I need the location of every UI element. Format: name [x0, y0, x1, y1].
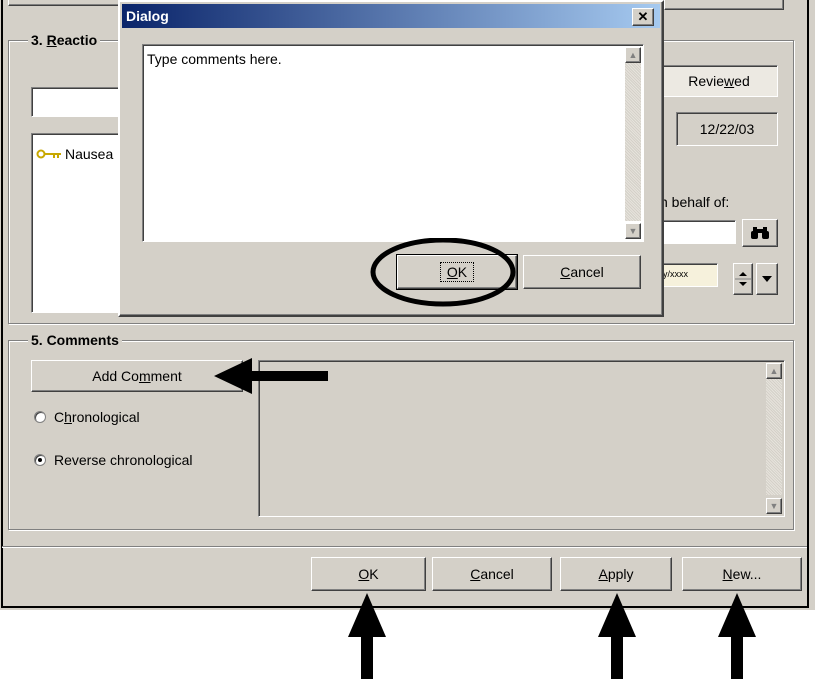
- comments-scroll-track[interactable]: [766, 379, 782, 495]
- radio-reverse-chronological[interactable]: Reverse chronological: [34, 452, 193, 468]
- date-field: 12/22/03: [676, 112, 778, 146]
- apply-label: Apply: [598, 566, 634, 582]
- reaction-item-label: Nausea: [65, 146, 114, 162]
- key-icon: [36, 149, 61, 159]
- cancel-button[interactable]: Cancel: [432, 557, 552, 591]
- add-comment-label: Add Comment: [92, 368, 182, 384]
- dialog-close-button[interactable]: ✕: [632, 8, 654, 26]
- dialog-scroll-track[interactable]: [625, 63, 641, 221]
- new-label: New...: [722, 566, 762, 582]
- comments-group-title: 5. Comments: [28, 332, 122, 348]
- close-icon: ✕: [637, 9, 649, 24]
- arrow-up-to-ok: [348, 593, 386, 679]
- list-item[interactable]: Nausea: [36, 146, 113, 162]
- bottom-separator: [2, 546, 807, 548]
- new-button[interactable]: New...: [682, 557, 802, 591]
- scroll-up-icon: ▲: [628, 50, 638, 60]
- spin-arrows-icon: [735, 272, 751, 286]
- radio-reverse-circle[interactable]: [34, 454, 46, 466]
- radio-reverse-label: Reverse chronological: [54, 452, 193, 468]
- ok-button[interactable]: OK: [311, 557, 426, 591]
- dialog-scroll-down[interactable]: ▼: [625, 223, 641, 239]
- dropdown-button[interactable]: [756, 263, 778, 295]
- top-partial-control: [8, 0, 128, 6]
- radio-chronological-label: Chronological: [54, 409, 140, 425]
- on-behalf-label: n behalf of:: [660, 194, 730, 210]
- reaction-list[interactable]: Nausea: [31, 133, 131, 313]
- arrow-left-to-add-comment: [214, 358, 328, 394]
- scroll-up-icon: ▲: [769, 366, 779, 376]
- dialog-scroll-up[interactable]: ▲: [625, 47, 641, 63]
- date-spin-field[interactable]: y/xxxx: [660, 263, 718, 287]
- arrow-up-to-apply: [598, 593, 636, 679]
- ok-label: OK: [358, 566, 379, 582]
- reviewed-label: Reviewed: [688, 73, 750, 89]
- scroll-down-icon: ▼: [628, 226, 638, 236]
- apply-button[interactable]: Apply: [560, 557, 672, 591]
- dialog-titlebar: Dialog: [122, 4, 660, 28]
- on-behalf-input[interactable]: [660, 220, 736, 244]
- reviewed-field: Reviewed: [660, 65, 778, 97]
- reactions-group-title: 3. Reactio: [28, 32, 101, 48]
- dropdown-arrow-icon: [762, 276, 772, 282]
- dialog-comment-text: Type comments here.: [147, 51, 282, 67]
- dialog-comment-textarea[interactable]: Type comments here. ▲ ▼: [142, 44, 644, 242]
- reactions-title-text: 3. Reactio: [31, 32, 98, 48]
- comments-list[interactable]: ▲ ▼: [258, 360, 785, 517]
- highlight-ellipse: [370, 238, 516, 307]
- cancel-label: Cancel: [470, 566, 514, 582]
- comments-scroll-up[interactable]: ▲: [766, 363, 782, 379]
- reaction-search-input[interactable]: [31, 87, 131, 117]
- date-value: 12/22/03: [699, 121, 755, 137]
- comments-scroll-down[interactable]: ▼: [766, 498, 782, 514]
- spin-arrows-button[interactable]: [733, 263, 753, 295]
- add-comment-button[interactable]: Add Comment: [31, 360, 243, 392]
- arrow-up-to-new: [718, 593, 756, 679]
- scroll-down-icon: ▼: [769, 501, 779, 511]
- top-right-partial-control: [664, 0, 784, 10]
- binoculars-icon: [751, 227, 769, 239]
- radio-chronological-circle[interactable]: [34, 411, 46, 423]
- date-spin-placeholder: y/xxxx: [663, 269, 689, 279]
- dialog-cancel-label: Cancel: [560, 264, 604, 280]
- binoculars-button[interactable]: [742, 219, 778, 247]
- dialog-cancel-button[interactable]: Cancel: [523, 255, 641, 289]
- radio-chronological[interactable]: Chronological: [34, 409, 140, 425]
- dialog-title: Dialog: [126, 8, 169, 24]
